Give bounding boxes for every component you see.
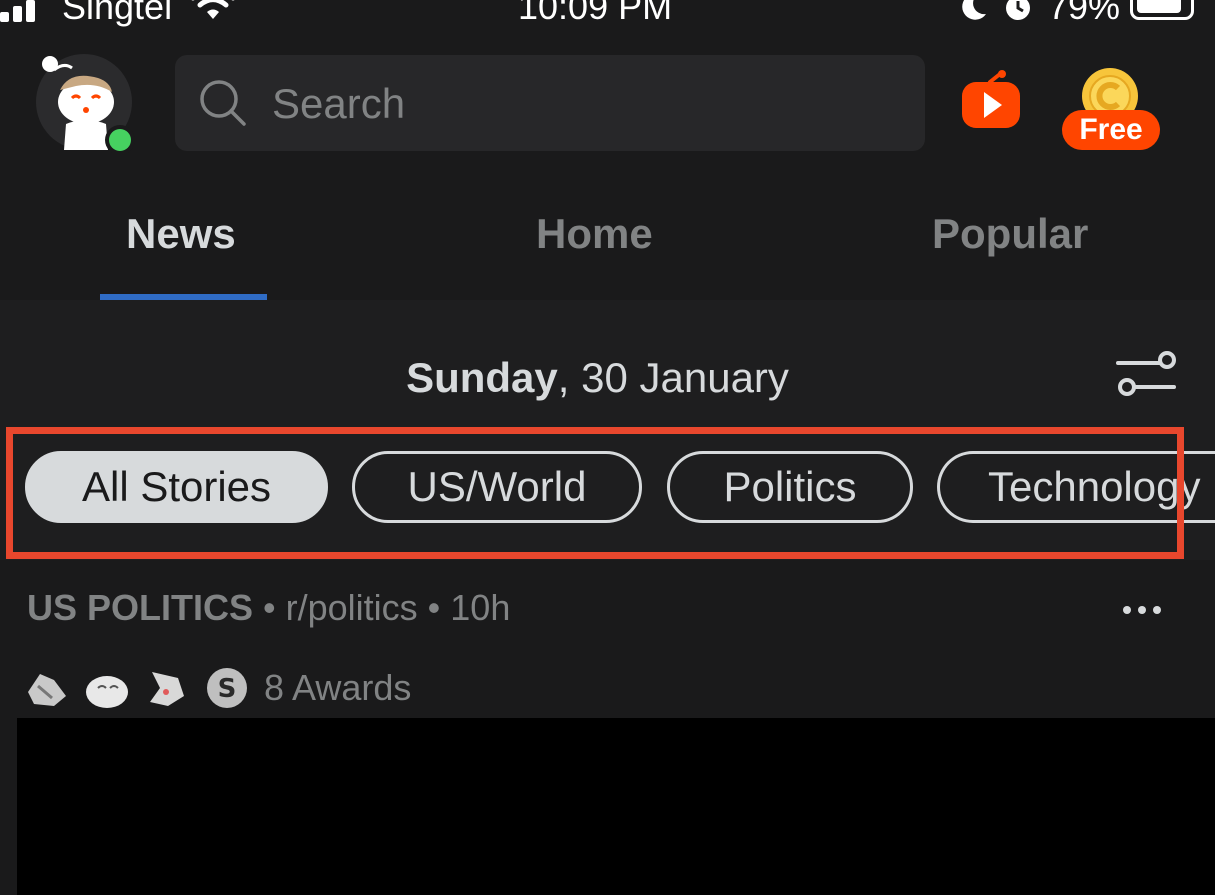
video-play-icon[interactable]	[960, 70, 1022, 132]
tab-popular[interactable]: Popular	[932, 210, 1088, 258]
handshake-award-icon	[28, 674, 66, 706]
battery-percent: 79%	[1048, 0, 1121, 27]
more-options-icon[interactable]	[1122, 605, 1162, 615]
post-meta: US POLITICS • r/politics • 10h	[27, 587, 510, 629]
post-flair[interactable]: US POLITICS	[27, 587, 253, 628]
category-chips-highlight-box	[6, 427, 1184, 559]
blob-award-icon	[86, 676, 128, 708]
signal-icon	[0, 0, 35, 22]
search-input[interactable]: Search	[272, 80, 405, 128]
status-bar: Singtel 10:09 PM 79%	[0, 0, 1215, 30]
avatar[interactable]	[36, 52, 135, 155]
awards-row[interactable]: S 8 Awards	[24, 666, 411, 710]
silver-award-icon: S	[207, 668, 247, 708]
alarm-icon	[1006, 0, 1030, 20]
search-icon	[200, 80, 246, 126]
news-day: Sunday	[406, 354, 558, 401]
bunny-award-icon	[150, 672, 184, 706]
tab-news[interactable]: News	[126, 210, 236, 258]
wifi-icon	[191, 0, 235, 19]
news-date: Sunday, 30 January	[0, 354, 1195, 402]
post-subreddit-time[interactable]: • r/politics • 10h	[253, 587, 510, 628]
carrier-name: Singtel	[62, 0, 173, 27]
filter-sliders-icon[interactable]	[1116, 350, 1178, 398]
battery-icon	[1130, 0, 1194, 20]
tab-home[interactable]: Home	[536, 210, 653, 258]
awards-count: 8 Awards	[264, 667, 412, 708]
online-status-icon	[105, 125, 135, 155]
free-badge: Free	[1062, 110, 1160, 150]
post-media[interactable]	[17, 718, 1215, 895]
coin-button[interactable]: Free	[1062, 66, 1162, 150]
moon-icon	[962, 0, 986, 20]
svg-text:S: S	[218, 674, 237, 704]
news-date-text: , 30 January	[557, 354, 789, 401]
status-time: 10:09 PM	[518, 0, 673, 27]
